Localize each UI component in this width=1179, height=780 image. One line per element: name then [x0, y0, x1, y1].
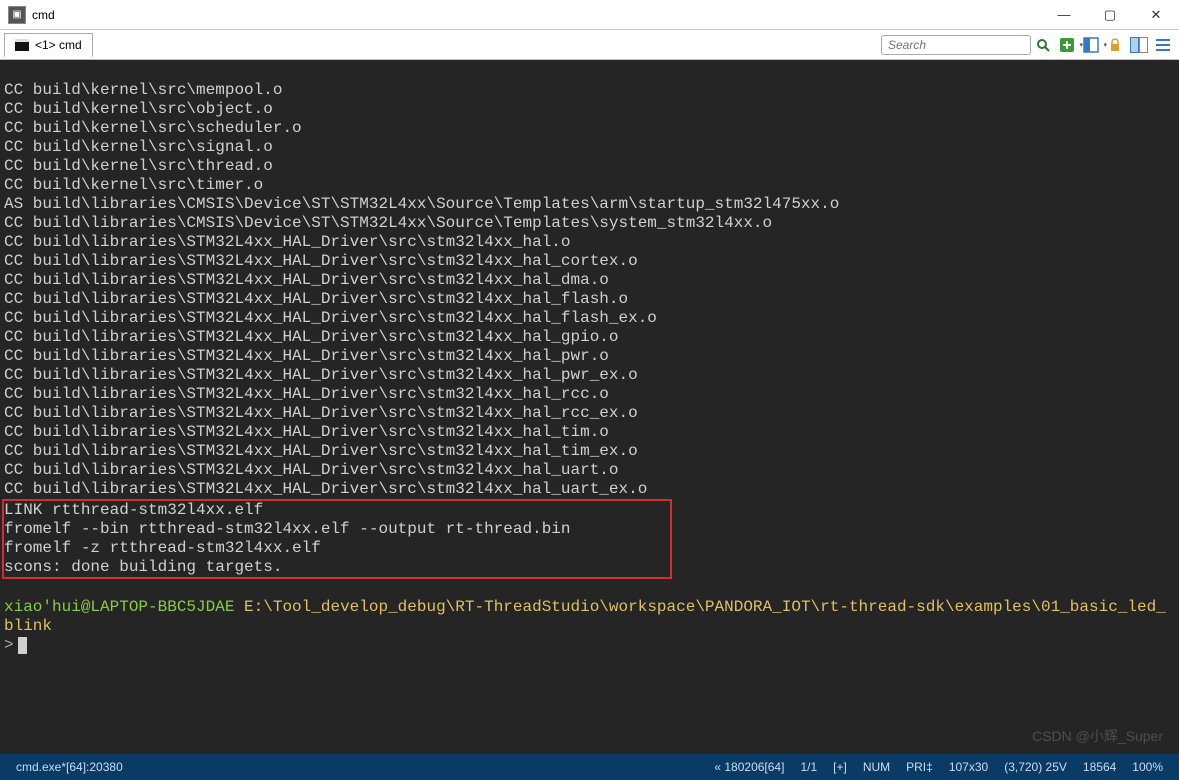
lock-icon[interactable]: [1105, 35, 1125, 55]
split-view-button[interactable]: [1129, 35, 1149, 55]
output-line: fromelf -z rtthread-stm32l4xx.elf: [4, 539, 321, 557]
prompt-symbol: >: [4, 636, 14, 655]
app-icon: ▣: [8, 6, 26, 24]
watermark: CSDN @小辉_Super: [1032, 726, 1163, 746]
terminal-output[interactable]: CC build\kernel\src\mempool.o CC build\k…: [0, 60, 1179, 754]
status-num: NUM: [863, 760, 890, 774]
output-line: CC build\libraries\STM32L4xx_HAL_Driver\…: [4, 233, 571, 251]
new-tab-button[interactable]: ▾: [1057, 35, 1077, 55]
minimize-button[interactable]: —: [1041, 0, 1087, 30]
output-line: CC build\libraries\STM32L4xx_HAL_Driver\…: [4, 290, 628, 308]
output-line: CC build\libraries\STM32L4xx_HAL_Driver\…: [4, 385, 609, 403]
tab-cmd[interactable]: <1> cmd: [4, 33, 93, 57]
output-line: CC build\kernel\src\thread.o: [4, 157, 273, 175]
cursor: [18, 637, 27, 654]
status-encoding: « 180206[64]: [714, 760, 784, 774]
status-zoom: 100%: [1132, 760, 1163, 774]
panel-button[interactable]: ▾: [1081, 35, 1101, 55]
output-line: CC build\libraries\STM32L4xx_HAL_Driver\…: [4, 252, 638, 270]
output-line: scons: done building targets.: [4, 558, 282, 576]
tab-bar: <1> cmd ▾ ▾: [0, 30, 1179, 60]
output-line: CC build\libraries\STM32L4xx_HAL_Driver\…: [4, 404, 638, 422]
output-line: CC build\libraries\STM32L4xx_HAL_Driver\…: [4, 328, 619, 346]
search-icon[interactable]: [1033, 35, 1053, 55]
output-line: CC build\libraries\STM32L4xx_HAL_Driver\…: [4, 347, 609, 365]
status-size: 107x30: [949, 760, 988, 774]
output-line: CC build\libraries\CMSIS\Device\ST\STM32…: [4, 214, 772, 232]
output-line: CC build\kernel\src\object.o: [4, 100, 273, 118]
output-line: fromelf --bin rtthread-stm32l4xx.elf --o…: [4, 520, 571, 538]
output-line: CC build\libraries\STM32L4xx_HAL_Driver\…: [4, 480, 647, 498]
output-line: CC build\kernel\src\mempool.o: [4, 81, 282, 99]
tab-label: <1> cmd: [35, 38, 82, 52]
search-input[interactable]: [881, 35, 1031, 55]
output-line: CC build\libraries\STM32L4xx_HAL_Driver\…: [4, 423, 609, 441]
status-pri: PRI‡: [906, 760, 933, 774]
output-line: CC build\libraries\STM32L4xx_HAL_Driver\…: [4, 271, 609, 289]
maximize-button[interactable]: ▢: [1087, 0, 1133, 30]
terminal-icon: [15, 39, 29, 51]
output-line: AS build\libraries\CMSIS\Device\ST\STM32…: [4, 195, 839, 213]
output-line: CC build\kernel\src\scheduler.o: [4, 119, 302, 137]
status-position: 1/1: [800, 760, 817, 774]
output-line: CC build\kernel\src\signal.o: [4, 138, 273, 156]
output-line: CC build\libraries\STM32L4xx_HAL_Driver\…: [4, 461, 619, 479]
output-line: CC build\libraries\STM32L4xx_HAL_Driver\…: [4, 366, 638, 384]
output-line: LINK rtthread-stm32l4xx.elf: [4, 501, 263, 519]
output-line: CC build\libraries\STM32L4xx_HAL_Driver\…: [4, 442, 638, 460]
menu-icon[interactable]: [1153, 35, 1173, 55]
close-button[interactable]: ✕: [1133, 0, 1179, 30]
output-line: CC build\kernel\src\timer.o: [4, 176, 263, 194]
prompt-user: xiao'hui@LAPTOP-BBC5JDAE: [4, 598, 234, 616]
output-line: CC build\libraries\STM32L4xx_HAL_Driver\…: [4, 309, 657, 327]
window-title: cmd: [32, 8, 55, 22]
status-process: cmd.exe*[64]:20380: [16, 760, 123, 774]
status-cursor: (3,720) 25V: [1004, 760, 1067, 774]
highlighted-box: LINK rtthread-stm32l4xx.elf fromelf --bi…: [2, 499, 672, 579]
window-titlebar: ▣ cmd — ▢ ✕: [0, 0, 1179, 30]
status-chars: 18564: [1083, 760, 1116, 774]
status-insert: [+]: [833, 760, 847, 774]
status-bar: cmd.exe*[64]:20380 « 180206[64] 1/1 [+] …: [0, 754, 1179, 780]
